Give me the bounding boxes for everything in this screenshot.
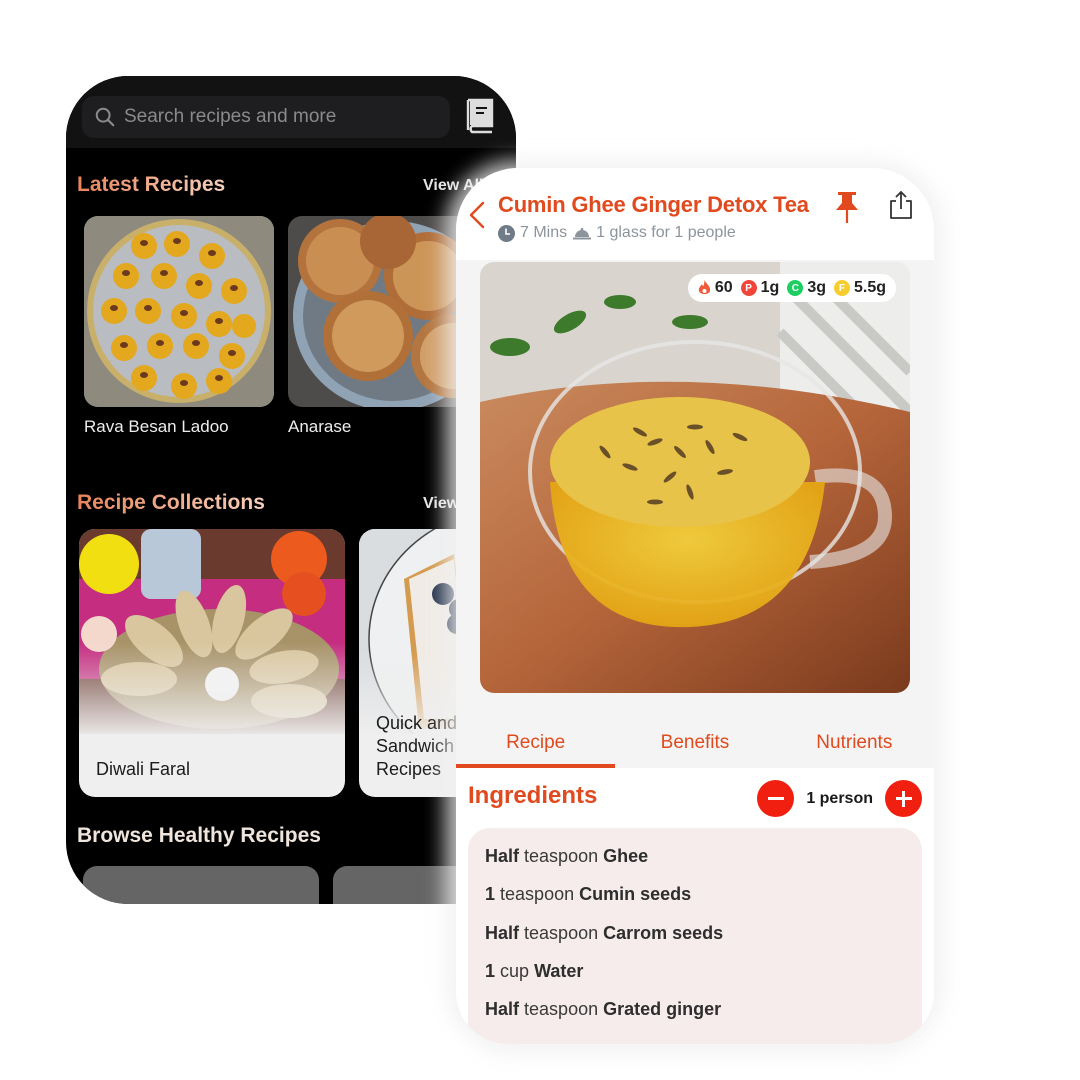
search-input[interactable] [124, 106, 424, 128]
recipe-name: Rava Besan Ladoo [84, 417, 229, 436]
protein-icon: P [740, 280, 757, 296]
pin-icon[interactable] [834, 190, 860, 224]
collection-card[interactable]: Diwali Faral [79, 529, 345, 797]
search-header [66, 76, 516, 148]
collection-image [79, 529, 345, 734]
nutrition-badge: 60 P 1g C 3g F 5.5g [687, 274, 896, 302]
fat-icon: F [833, 280, 850, 296]
protein-value: 1g [760, 279, 780, 296]
recipe-tabs: Recipe Benefits Nutrients [456, 724, 934, 768]
ingredient-item: Half teaspoon Ghee [485, 846, 649, 866]
search-icon [95, 107, 115, 127]
ingredient-list: Half teaspoon Ghee 1 teaspoon Cumin seed… [468, 828, 922, 1044]
ingredients-section: Ingredients 1 person Half teaspoon Ghee … [456, 768, 934, 1044]
ingredients-title: Ingredients [468, 782, 598, 809]
increase-servings-button[interactable] [885, 780, 922, 817]
ingredient-item: Half teaspoon Carrom seeds [485, 922, 724, 943]
minus-icon [767, 797, 784, 800]
tab-benefits[interactable]: Benefits [615, 724, 774, 768]
tab-nutrients[interactable]: Nutrients [775, 724, 934, 768]
share-icon[interactable] [888, 190, 914, 220]
collection-name: Diwali Faral [96, 759, 191, 779]
recipe-detail-screen: Cumin Ghee Ginger Detox Tea 7 Mins 1 gla… [456, 168, 934, 1044]
recipe-header: Cumin Ghee Ginger Detox Tea 7 Mins 1 gla… [456, 168, 934, 260]
recipe-meta: 7 Mins 1 glass for 1 people [498, 224, 736, 242]
ingredient-item: 1 teaspoon Cumin seeds [485, 884, 692, 905]
recipe-thumbnail [84, 216, 274, 407]
browse-tile[interactable] [83, 866, 319, 904]
recipe-title: Cumin Ghee Ginger Detox Tea [498, 192, 809, 217]
carbs-icon: C [787, 280, 804, 296]
search-bar[interactable] [82, 96, 450, 138]
back-chevron-icon[interactable] [468, 200, 486, 230]
recipe-collections-title: Recipe Collections [77, 491, 265, 514]
clock-icon [498, 224, 515, 242]
recipe-card[interactable]: Rava Besan Ladoo [84, 216, 274, 437]
recipe-hero-image: 60 P 1g C 3g F 5.5g [480, 262, 910, 693]
serving-dish-icon [573, 227, 592, 239]
carbs-value: 3g [807, 279, 826, 296]
calories-flame-icon [698, 280, 710, 294]
prep-time: 7 Mins [520, 224, 568, 241]
tab-recipe[interactable]: Recipe [456, 724, 616, 768]
ingredient-item: Half teaspoon Grated ginger [485, 999, 722, 1020]
serving-size: 1 glass for 1 people [596, 224, 736, 241]
fat-value: 5.5g [853, 279, 886, 296]
browse-healthy-title: Browse Healthy Recipes [77, 824, 321, 847]
calories-value: 60 [714, 279, 733, 296]
servings-value: 1 person [806, 789, 873, 807]
recipe-book-icon[interactable] [464, 98, 496, 134]
ingredient-item: 1 cup Water [485, 960, 584, 981]
decrease-servings-button[interactable] [757, 780, 795, 817]
servings-stepper: 1 person [757, 780, 922, 817]
latest-recipes-title: Latest Recipes [77, 173, 226, 196]
